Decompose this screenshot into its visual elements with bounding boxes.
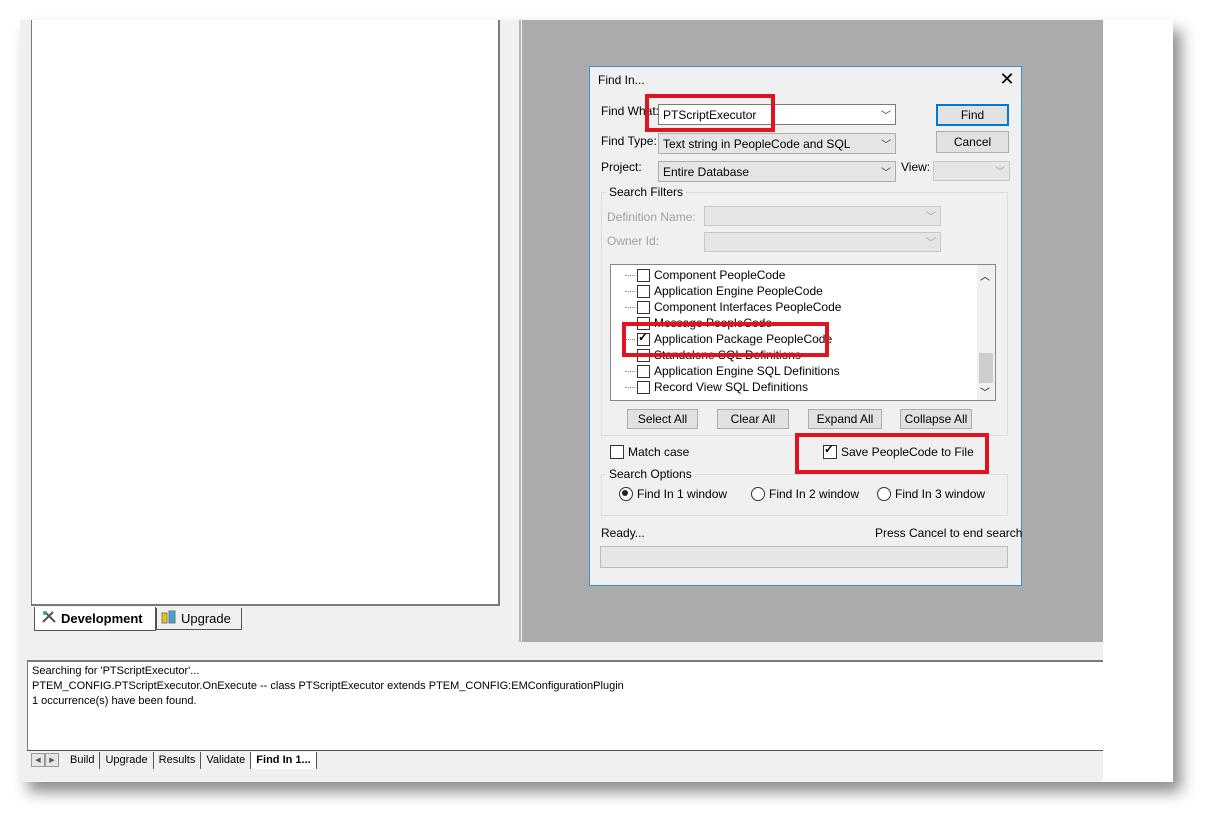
highlight-app-package <box>622 322 829 357</box>
project-label: Project: <box>601 160 642 174</box>
project-value: Entire Database <box>663 164 750 179</box>
find-type-value: Text string in PeopleCode and SQL <box>663 136 851 151</box>
output-line: 1 occurrence(s) have been found. <box>32 695 197 707</box>
output-line: Searching for 'PTScriptExecutor'... <box>32 665 200 677</box>
find-in-2-radio[interactable]: Find In 2 window <box>751 487 859 501</box>
tree-item-label: Record View SQL Definitions <box>654 380 809 394</box>
owner-id-select: ﹀ <box>704 232 941 252</box>
search-filters-label: Search Filters <box>606 185 687 199</box>
owner-id-label: Owner Id: <box>607 234 660 248</box>
highlight-find-what <box>645 94 775 132</box>
chevron-down-icon[interactable]: ﹀ <box>881 135 891 150</box>
tree-item[interactable]: Record View SQL Definitions <box>625 379 808 395</box>
match-case-label: Match case <box>628 445 690 459</box>
cancel-button[interactable]: Cancel <box>936 131 1009 153</box>
expand-all-button[interactable]: Expand All <box>808 409 882 429</box>
tab-results[interactable]: Results <box>154 751 202 769</box>
project-workspace[interactable] <box>31 20 500 606</box>
find-in-2-label: Find In 2 window <box>769 487 860 501</box>
tab-upgrade-label: Upgrade <box>181 611 231 626</box>
output-tabstrip: ◀ ▶ Build Upgrade Results Validate Find … <box>27 750 1103 769</box>
pane-splitter[interactable] <box>505 20 521 642</box>
chevron-down-icon[interactable]: ﹀ <box>881 106 891 121</box>
view-select[interactable]: ﹀ <box>933 161 1010 181</box>
tree-item-label: Component Interfaces PeopleCode <box>654 300 842 314</box>
find-button[interactable]: Find <box>936 104 1009 126</box>
view-label: View: <box>901 160 931 174</box>
tree-item-checkbox[interactable] <box>637 284 650 298</box>
tree-item-label: Application Engine SQL Definitions <box>654 364 840 378</box>
tree-item-checkbox[interactable] <box>637 380 650 394</box>
tab-upgrade[interactable]: Upgrade <box>156 608 242 630</box>
chevron-down-icon: ﹀ <box>926 237 936 249</box>
close-icon[interactable]: ✕ <box>997 68 1017 90</box>
tab-upgrade-output[interactable]: Upgrade <box>100 751 154 769</box>
search-options-label: Search Options <box>606 467 695 481</box>
chevron-down-icon[interactable]: ﹀ <box>881 163 891 178</box>
dialog-title: Find In... <box>598 73 645 87</box>
find-in-3-radio[interactable]: Find In 3 window <box>877 487 985 501</box>
definition-name-select: ﹀ <box>704 206 941 226</box>
tree-item[interactable]: Application Engine SQL Definitions <box>625 363 840 379</box>
chevron-down-icon: ﹀ <box>926 211 936 223</box>
find-in-1-radio[interactable]: Find In 1 window <box>619 487 727 501</box>
scroll-down-icon[interactable]: ﹀ <box>980 384 990 399</box>
tree-scrollbar-thumb[interactable] <box>979 353 993 383</box>
upgrade-icon <box>161 610 177 627</box>
match-case-checkbox[interactable]: Match case <box>610 445 689 459</box>
tree-item-label: Component PeopleCode <box>654 268 786 282</box>
match-case-box[interactable] <box>610 445 624 459</box>
clear-all-button[interactable]: Clear All <box>717 409 789 429</box>
tree-item-checkbox[interactable] <box>637 364 650 378</box>
status-text: Ready... <box>601 526 645 540</box>
tab-validate[interactable]: Validate <box>201 751 252 769</box>
output-line[interactable]: PTEM_CONFIG.PTScriptExecutor.OnExecute -… <box>32 680 624 692</box>
tab-build[interactable]: Build <box>65 751 101 769</box>
select-all-button[interactable]: Select All <box>627 409 698 429</box>
chevron-down-icon: ﹀ <box>995 166 1005 178</box>
radio-button[interactable] <box>751 487 765 501</box>
tree-item-label: Application Engine PeopleCode <box>654 284 823 298</box>
window-right-area <box>1103 20 1173 782</box>
radio-button[interactable] <box>619 487 633 501</box>
tree-item[interactable]: Component Interfaces PeopleCode <box>625 299 841 315</box>
tree-item[interactable]: Component PeopleCode <box>625 267 785 283</box>
tab-scroll-left-icon[interactable]: ◀ <box>31 753 45 767</box>
tab-find-in-1[interactable]: Find In 1... <box>251 751 317 769</box>
radio-button[interactable] <box>877 487 891 501</box>
collapse-all-button[interactable]: Collapse All <box>900 409 972 429</box>
development-icon <box>41 610 57 627</box>
cancel-hint-text: Press Cancel to end search <box>875 526 1023 540</box>
definition-name-label: Definition Name: <box>607 210 696 224</box>
tab-development[interactable]: Development <box>34 607 156 631</box>
tab-development-label: Development <box>61 611 143 626</box>
highlight-save-peoplecode <box>795 433 989 474</box>
tree-item-checkbox[interactable] <box>637 300 650 314</box>
find-in-3-label: Find In 3 window <box>895 487 986 501</box>
tab-scroll-right-icon[interactable]: ▶ <box>45 753 59 767</box>
find-type-label: Find Type: <box>601 134 657 148</box>
output-window[interactable]: Searching for 'PTScriptExecutor'... PTEM… <box>27 660 1103 750</box>
search-progress-bar <box>600 546 1008 568</box>
find-type-select[interactable]: Text string in PeopleCode and SQL ﹀ <box>658 133 896 154</box>
tree-item-checkbox[interactable] <box>637 268 650 282</box>
scroll-up-icon[interactable]: ︿ <box>980 268 990 283</box>
find-in-1-label: Find In 1 window <box>637 487 728 501</box>
tree-item[interactable]: Application Engine PeopleCode <box>625 283 823 299</box>
project-select[interactable]: Entire Database ﹀ <box>658 161 896 182</box>
